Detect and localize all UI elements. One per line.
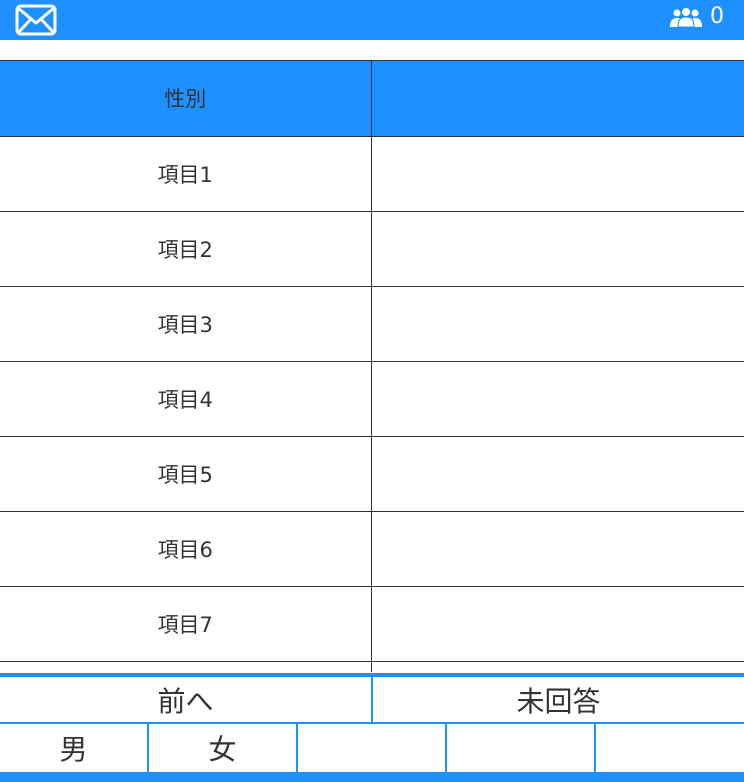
item-label: 項目6 bbox=[0, 511, 372, 587]
question-table-container[interactable]: 性別 項目1 項目2 項目3 項目4 項目5 項目6 項目7 bbox=[0, 60, 744, 672]
table-row[interactable]: 項目7 bbox=[0, 586, 744, 662]
item-label: 項目5 bbox=[0, 436, 372, 512]
users-icon bbox=[670, 7, 702, 27]
item-value[interactable] bbox=[371, 136, 744, 212]
item-value[interactable] bbox=[371, 361, 744, 437]
header-value-cell bbox=[371, 61, 744, 137]
choice-male[interactable]: 男 bbox=[0, 724, 149, 772]
item-label: 項目1 bbox=[0, 136, 372, 212]
item-value[interactable] bbox=[371, 286, 744, 362]
unanswered-button[interactable]: 未回答 bbox=[373, 677, 744, 722]
navigation-bar: 前へ 未回答 bbox=[0, 673, 744, 724]
mail-icon[interactable] bbox=[15, 4, 57, 36]
answer-choices: 男 女 bbox=[0, 724, 744, 772]
table-row[interactable]: 項目3 bbox=[0, 286, 744, 362]
item-label bbox=[0, 661, 372, 672]
item-label: 項目4 bbox=[0, 361, 372, 437]
item-value[interactable] bbox=[371, 436, 744, 512]
item-label: 項目3 bbox=[0, 286, 372, 362]
table-header-row: 性別 bbox=[0, 61, 744, 137]
choice-4[interactable] bbox=[447, 724, 596, 772]
table-row[interactable]: 項目1 bbox=[0, 136, 744, 212]
prev-button[interactable]: 前へ bbox=[0, 677, 373, 722]
table-row[interactable]: 項目4 bbox=[0, 361, 744, 437]
item-label: 項目2 bbox=[0, 211, 372, 287]
header-label-cell: 性別 bbox=[0, 61, 372, 137]
item-label: 項目7 bbox=[0, 586, 372, 662]
table-row[interactable]: 項目2 bbox=[0, 211, 744, 287]
bottom-bar bbox=[0, 772, 744, 782]
item-value[interactable] bbox=[371, 511, 744, 587]
item-value[interactable] bbox=[371, 586, 744, 662]
item-value[interactable] bbox=[371, 661, 744, 672]
choice-female[interactable]: 女 bbox=[149, 724, 298, 772]
table-row[interactable]: 項目5 bbox=[0, 436, 744, 512]
table-row[interactable]: 項目6 bbox=[0, 511, 744, 587]
table-row[interactable] bbox=[0, 661, 744, 672]
top-bar: 0 bbox=[0, 0, 744, 40]
choice-5[interactable] bbox=[596, 724, 744, 772]
question-table: 性別 項目1 項目2 項目3 項目4 項目5 項目6 項目7 bbox=[0, 61, 744, 672]
choice-3[interactable] bbox=[298, 724, 447, 772]
item-value[interactable] bbox=[371, 211, 744, 287]
users-count: 0 bbox=[710, 4, 724, 29]
online-users: 0 bbox=[670, 4, 724, 30]
